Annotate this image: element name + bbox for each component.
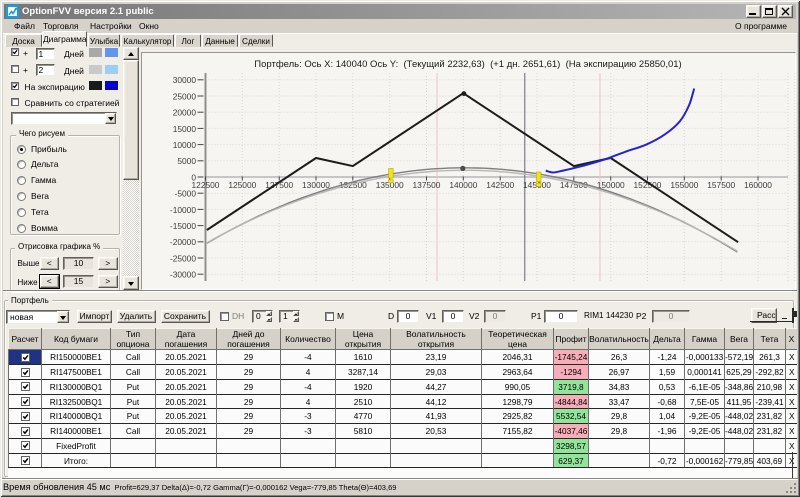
svg-text:160000: 160000 [744, 180, 772, 190]
svg-text:10000: 10000 [173, 140, 197, 150]
svg-text:-20000: -20000 [170, 237, 196, 247]
svg-text:142500: 142500 [486, 180, 514, 190]
svg-text:-25000: -25000 [170, 253, 196, 263]
svg-text:155000: 155000 [670, 180, 698, 190]
svg-text:20000: 20000 [173, 108, 197, 118]
svg-text:125000: 125000 [228, 180, 256, 190]
svg-text:-10000: -10000 [170, 205, 196, 215]
svg-text:-5000: -5000 [175, 189, 197, 199]
svg-text:137500: 137500 [413, 180, 441, 190]
svg-text:157500: 157500 [707, 180, 735, 190]
svg-text:130000: 130000 [302, 180, 330, 190]
svg-text:Портфель: Ось X: 140040 Ось Y:: Портфель: Ось X: 140040 Ось Y: (Текущий … [254, 59, 681, 70]
svg-text:-15000: -15000 [170, 221, 196, 231]
svg-text:-30000: -30000 [170, 270, 196, 280]
svg-text:15000: 15000 [173, 124, 197, 134]
svg-text:25000: 25000 [173, 91, 197, 101]
svg-text:5000: 5000 [177, 156, 196, 166]
svg-text:122500: 122500 [192, 180, 220, 190]
svg-text:140000: 140000 [449, 180, 477, 190]
svg-text:30000: 30000 [173, 75, 197, 85]
